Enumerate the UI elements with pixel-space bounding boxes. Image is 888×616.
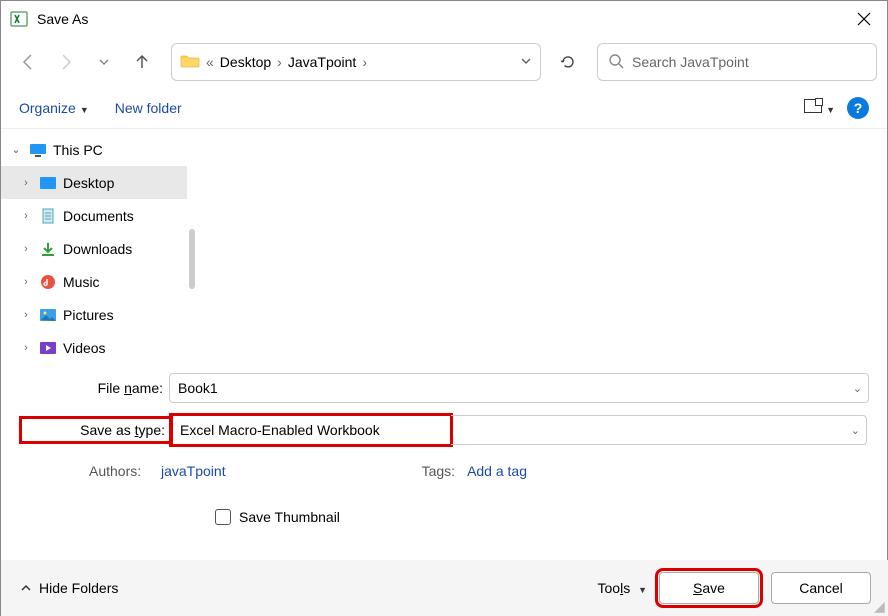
search-box[interactable]: Search JavaTpoint [597,43,877,81]
chevron-right-icon[interactable]: › [362,54,367,70]
tree-label: Pictures [63,307,114,323]
footer: Hide Folders Tools ▼ Save Cancel [1,560,888,616]
save-thumbnail-label: Save Thumbnail [239,509,340,525]
tree-item-desktop[interactable]: › Desktop [1,166,187,199]
music-icon [39,273,57,291]
filename-value: Book1 [178,380,218,396]
chevron-right-icon[interactable]: › [19,309,33,321]
nav-row: « Desktop › JavaTpoint › Search JavaTpoi… [1,37,887,87]
tree-item-music[interactable]: › Music [1,265,187,298]
chevron-up-icon [19,581,33,595]
document-icon [39,207,57,225]
chevron-right-icon[interactable]: › [19,243,33,255]
breadcrumb-seg-1[interactable]: Desktop [220,54,271,70]
tags-value[interactable]: Add a tag [467,463,527,479]
tree-item-downloads[interactable]: › Downloads [1,232,187,265]
close-button[interactable] [841,1,887,37]
tree-item-documents[interactable]: › Documents [1,199,187,232]
pictures-icon [39,306,57,324]
authors-label: Authors: [89,463,155,479]
tree-this-pc[interactable]: ⌄ This PC [1,133,187,166]
chevron-right-icon[interactable]: › [19,177,33,189]
search-icon [608,53,624,72]
desktop-icon [39,174,57,192]
refresh-button[interactable] [551,45,585,79]
chevron-right-icon[interactable]: › [19,210,33,222]
savetype-label: Save as type: [21,418,171,442]
chevron-down-icon[interactable]: ⌄ [853,382,862,395]
monitor-icon [29,141,47,159]
breadcrumb-seg-2[interactable]: JavaTpoint [288,54,356,70]
file-list-area[interactable] [197,129,887,359]
tree-splitter[interactable] [187,129,197,359]
savetype-value: Excel Macro-Enabled Workbook [180,422,380,438]
excel-app-icon [9,9,29,29]
forward-button[interactable] [49,45,83,79]
download-icon [39,240,57,258]
tree-label: Documents [63,208,134,224]
window-title: Save As [37,11,88,27]
chevron-down-icon[interactable]: ⌄ [9,143,23,156]
form-area: File name: Book1 ⌄ Save as type: Excel M… [1,359,887,525]
savetype-select-highlight[interactable]: Excel Macro-Enabled Workbook [171,415,451,445]
chevron-right-icon[interactable]: › [19,342,33,354]
tree-label: This PC [53,142,103,158]
chevron-right-icon[interactable]: › [19,276,33,288]
up-button[interactable] [125,45,159,79]
address-dropdown-icon[interactable] [520,54,532,70]
nav-tree: ⌄ This PC › Desktop › Documents › Downlo… [1,129,187,359]
new-folder-button[interactable]: New folder [115,100,182,116]
tree-item-videos[interactable]: › Videos [1,331,187,364]
tree-item-pictures[interactable]: › Pictures [1,298,187,331]
savetype-select-rest[interactable]: ⌄ [451,415,867,445]
filename-label: File name: [19,380,169,396]
save-button[interactable]: Save [659,572,759,604]
help-button[interactable]: ? [847,97,869,119]
folder-icon [180,53,200,72]
title-bar: Save As [1,1,887,37]
toolbar: Organize▼ New folder ▼ ? [1,87,887,129]
search-placeholder: Search JavaTpoint [632,54,749,70]
videos-icon [39,339,57,357]
main-area: ⌄ This PC › Desktop › Documents › Downlo… [1,129,887,359]
view-mode-button[interactable]: ▼ [804,99,835,116]
save-thumbnail-checkbox[interactable] [215,509,231,525]
organize-button[interactable]: Organize▼ [19,100,89,116]
tools-button[interactable]: Tools ▼ [597,580,647,596]
breadcrumb-prefix-icon: « [206,54,214,70]
back-button[interactable] [11,45,45,79]
recent-locations-button[interactable] [87,45,121,79]
authors-value[interactable]: javaTpoint [161,463,226,479]
address-bar[interactable]: « Desktop › JavaTpoint › [171,43,541,81]
tree-label: Downloads [63,241,132,257]
tree-label: Desktop [63,175,114,191]
tree-label: Videos [63,340,106,356]
tree-label: Music [63,274,100,290]
cancel-button[interactable]: Cancel [771,572,871,604]
hide-folders-label: Hide Folders [39,580,118,596]
filename-input[interactable]: Book1 ⌄ [169,373,869,403]
tags-label: Tags: [422,463,455,479]
resize-grip[interactable]: ◢ [874,602,886,614]
chevron-right-icon[interactable]: › [277,54,282,70]
hide-folders-button[interactable]: Hide Folders [19,580,118,596]
chevron-down-icon[interactable]: ⌄ [851,424,860,437]
